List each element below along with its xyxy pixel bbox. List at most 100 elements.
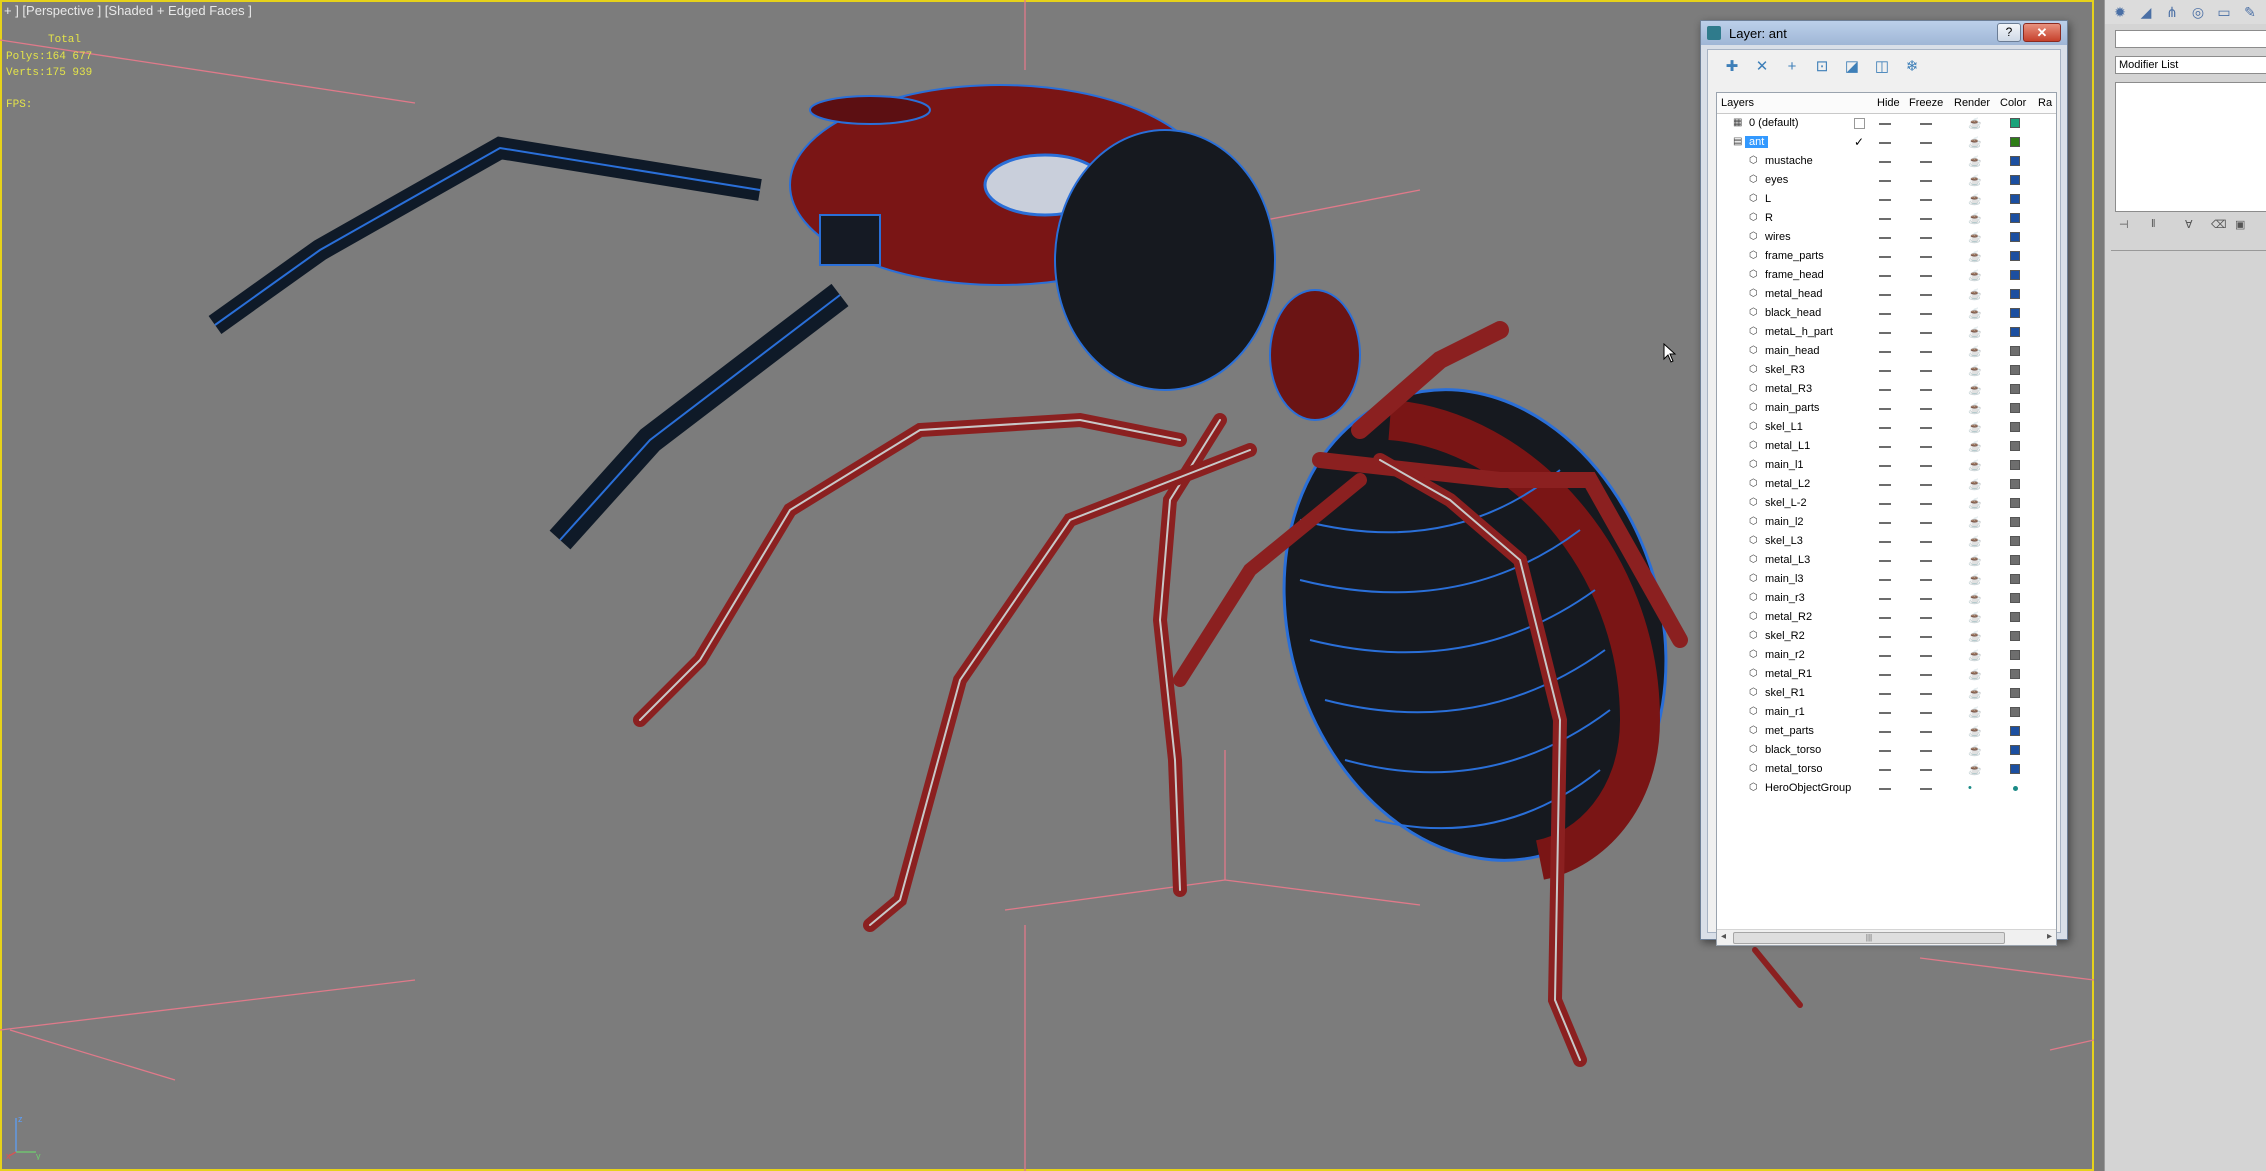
display-tab-icon[interactable]: ▭ (2213, 2, 2235, 22)
freeze-toggle[interactable] (1920, 123, 1932, 125)
horizontal-scrollbar[interactable]: ◂ ||| ▸ (1717, 929, 2056, 945)
render-teapot-icon[interactable]: ☕ (1968, 288, 1982, 301)
column-layers[interactable]: Layers (1721, 97, 1754, 109)
layer-color-swatch[interactable] (2010, 403, 2020, 413)
layer-name[interactable]: skel_R3 (1765, 364, 1805, 376)
render-teapot-icon[interactable]: ☕ (1968, 250, 1982, 263)
layer-row[interactable]: ⬡ main_parts ☕ (1717, 399, 2056, 418)
motion-tab-icon[interactable]: ◎ (2187, 2, 2209, 22)
render-teapot-icon[interactable]: ☕ (1968, 535, 1982, 548)
layer-color-swatch[interactable] (2010, 555, 2020, 565)
render-teapot-icon[interactable]: ☕ (1968, 440, 1982, 453)
render-teapot-icon[interactable]: ☕ (1968, 668, 1982, 681)
freeze-toggle[interactable] (1920, 636, 1932, 638)
dialog-titlebar[interactable]: Layer: ant ? ✕ (1701, 21, 2067, 45)
layer-color-swatch[interactable] (2010, 536, 2020, 546)
layer-color-swatch[interactable] (2010, 175, 2020, 185)
layer-name[interactable]: main_r3 (1765, 592, 1805, 604)
layer-row[interactable]: ⬡ frame_head ☕ (1717, 266, 2056, 285)
layer-color-swatch[interactable] (2010, 156, 2020, 166)
freeze-toggle[interactable] (1920, 522, 1932, 524)
layer-name[interactable]: black_torso (1765, 744, 1821, 756)
layer-row[interactable]: ⬡ R ☕ (1717, 209, 2056, 228)
layer-color-swatch[interactable] (2010, 251, 2020, 261)
layer-name[interactable]: main_head (1765, 345, 1819, 357)
create-tab-icon[interactable]: ✹ (2109, 2, 2131, 22)
freeze-toggle[interactable] (1920, 674, 1932, 676)
layer-name[interactable]: wires (1765, 231, 1791, 243)
hide-toggle[interactable] (1879, 750, 1891, 752)
layer-color-swatch[interactable] (2010, 631, 2020, 641)
hide-toggle[interactable] (1879, 218, 1891, 220)
freeze-toggle[interactable] (1920, 237, 1932, 239)
render-teapot-icon[interactable]: ☕ (1968, 554, 1982, 567)
freeze-toggle[interactable] (1920, 484, 1932, 486)
column-color[interactable]: Color (2000, 97, 2026, 109)
layer-color-swatch[interactable] (2010, 213, 2020, 223)
layer-color-swatch[interactable] (2010, 232, 2020, 242)
freeze-all-icon[interactable]: ❄ (1902, 57, 1922, 77)
layer-name[interactable]: metal_L1 (1765, 440, 1810, 452)
freeze-toggle[interactable] (1920, 142, 1932, 144)
render-teapot-icon[interactable]: ☕ (1968, 706, 1982, 719)
modify-tab-icon[interactable]: ◢ (2135, 2, 2157, 22)
layer-name[interactable]: L (1765, 193, 1771, 205)
layer-row[interactable]: ⬡ metal_R3 ☕ (1717, 380, 2056, 399)
layer-name[interactable]: skel_R1 (1765, 687, 1805, 699)
layer-color-swatch[interactable] (2010, 422, 2020, 432)
render-teapot-icon[interactable]: ☕ (1968, 136, 1982, 149)
layer-name[interactable]: skel_L-2 (1765, 497, 1807, 509)
render-teapot-icon[interactable]: ☕ (1968, 763, 1982, 776)
render-dot-icon[interactable]: • (1968, 782, 1972, 794)
hide-toggle[interactable] (1879, 142, 1891, 144)
freeze-toggle[interactable] (1920, 446, 1932, 448)
freeze-toggle[interactable] (1920, 199, 1932, 201)
remove-modifier-icon[interactable]: ⌫ (2211, 218, 2227, 231)
layer-row[interactable]: ⬡ met_parts ☕ (1717, 722, 2056, 741)
render-teapot-icon[interactable]: ☕ (1968, 364, 1982, 377)
render-teapot-icon[interactable]: ☕ (1968, 231, 1982, 244)
freeze-toggle[interactable] (1920, 275, 1932, 277)
viewport-label[interactable]: + ] [Perspective ] [Shaded + Edged Faces… (4, 3, 252, 18)
scroll-thumb[interactable]: ||| (1733, 932, 2005, 944)
layer-row[interactable]: ⬡ metal_L1 ☕ (1717, 437, 2056, 456)
render-teapot-icon[interactable]: ☕ (1968, 630, 1982, 643)
modifier-stack[interactable] (2115, 82, 2266, 212)
layer-row[interactable]: ⬡ metal_L2 ☕ (1717, 475, 2056, 494)
layer-name[interactable]: mustache (1765, 155, 1813, 167)
layer-name[interactable]: R (1765, 212, 1773, 224)
layer-name[interactable]: metal_L3 (1765, 554, 1810, 566)
freeze-toggle[interactable] (1920, 294, 1932, 296)
layer-color-swatch[interactable] (2010, 327, 2020, 337)
hide-toggle[interactable] (1879, 180, 1891, 182)
hide-toggle[interactable] (1879, 674, 1891, 676)
layer-color-swatch[interactable] (2010, 612, 2020, 622)
make-unique-icon[interactable]: ∀ (2185, 218, 2193, 231)
layer-row[interactable]: ⬡ main_r2 ☕ (1717, 646, 2056, 665)
render-teapot-icon[interactable]: ☕ (1968, 155, 1982, 168)
current-layer-checkbox[interactable] (1854, 118, 1865, 129)
layer-row[interactable]: ⬡ metal_R2 ☕ (1717, 608, 2056, 627)
render-teapot-icon[interactable]: ☕ (1968, 516, 1982, 529)
layer-color-swatch[interactable] (2010, 460, 2020, 470)
freeze-toggle[interactable] (1920, 256, 1932, 258)
scroll-right-icon[interactable]: ▸ (2047, 931, 2052, 942)
freeze-toggle[interactable] (1920, 693, 1932, 695)
hide-toggle[interactable] (1879, 579, 1891, 581)
hide-toggle[interactable] (1879, 769, 1891, 771)
freeze-toggle[interactable] (1920, 598, 1932, 600)
freeze-toggle[interactable] (1920, 427, 1932, 429)
layer-manager-dialog[interactable]: Layer: ant ? ✕ ✚ ✕ + ⊡ ◪ ◫ ❄ Layers Hide Freez… (1700, 20, 2068, 946)
layer-name[interactable]: metal_head (1765, 288, 1823, 300)
layer-color-swatch[interactable] (2010, 308, 2020, 318)
render-teapot-icon[interactable]: ☕ (1968, 649, 1982, 662)
layer-row[interactable]: ▦ 0 (default) ☕ (1717, 114, 2056, 133)
layer-row[interactable]: ⬡ main_l3 ☕ (1717, 570, 2056, 589)
layer-color-swatch[interactable] (2010, 593, 2020, 603)
render-teapot-icon[interactable]: ☕ (1968, 307, 1982, 320)
column-freeze[interactable]: Freeze (1909, 97, 1943, 109)
layer-row[interactable]: ⬡ metaL_h_part ☕ (1717, 323, 2056, 342)
freeze-toggle[interactable] (1920, 560, 1932, 562)
create-layer-icon[interactable]: ✚ (1722, 57, 1742, 77)
render-teapot-icon[interactable]: ☕ (1968, 611, 1982, 624)
